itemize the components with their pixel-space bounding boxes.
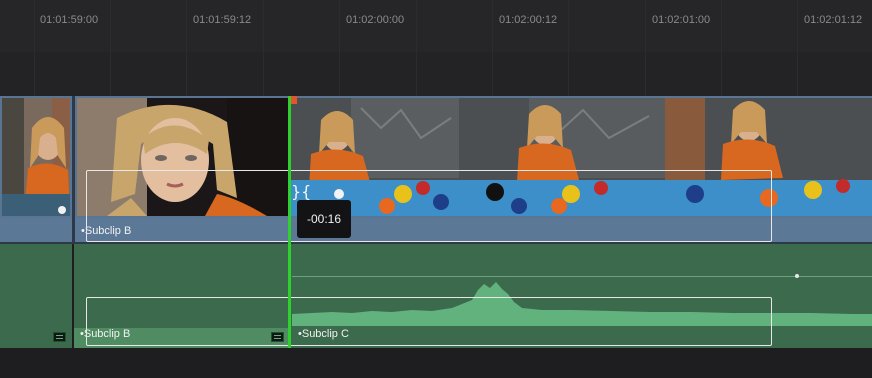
video-selection-outline[interactable]: [86, 170, 772, 242]
empty-track-area-bottom: [0, 348, 872, 378]
ruler-tick-label: 01:01:59:12: [193, 14, 252, 26]
ruler-tick-label: 01:02:01:00: [652, 14, 711, 26]
playhead[interactable]: [288, 96, 291, 348]
clip-thumbnail: [2, 98, 70, 216]
ruler-tick-label: 01:02:00:00: [346, 14, 405, 26]
playhead-marker[interactable]: [291, 96, 297, 104]
clip-label-bar: [0, 218, 72, 242]
trim-offset-tooltip: -00:16: [297, 200, 351, 238]
ruler-tick-label: 01:01:59:00: [40, 14, 99, 26]
ruler-tick-label: 01:02:00:12: [499, 14, 558, 26]
timeline[interactable]: 01:01:59:00 01:01:59:12 01:02:00:00 01:0…: [0, 0, 872, 378]
video-clip-previous[interactable]: [0, 96, 72, 242]
ruler-tick-label: 01:02:01:12: [804, 14, 863, 26]
empty-track-area: [0, 52, 872, 96]
audio-selection-outline[interactable]: [86, 297, 772, 346]
volume-line[interactable]: [292, 276, 872, 277]
timecode-ruler[interactable]: 01:01:59:00 01:01:59:12 01:02:00:00 01:0…: [0, 0, 872, 52]
trim-bracket-icon[interactable]: }{: [291, 182, 311, 201]
volume-keyframe[interactable]: [795, 274, 799, 278]
audio-clip-icon: [53, 332, 66, 342]
